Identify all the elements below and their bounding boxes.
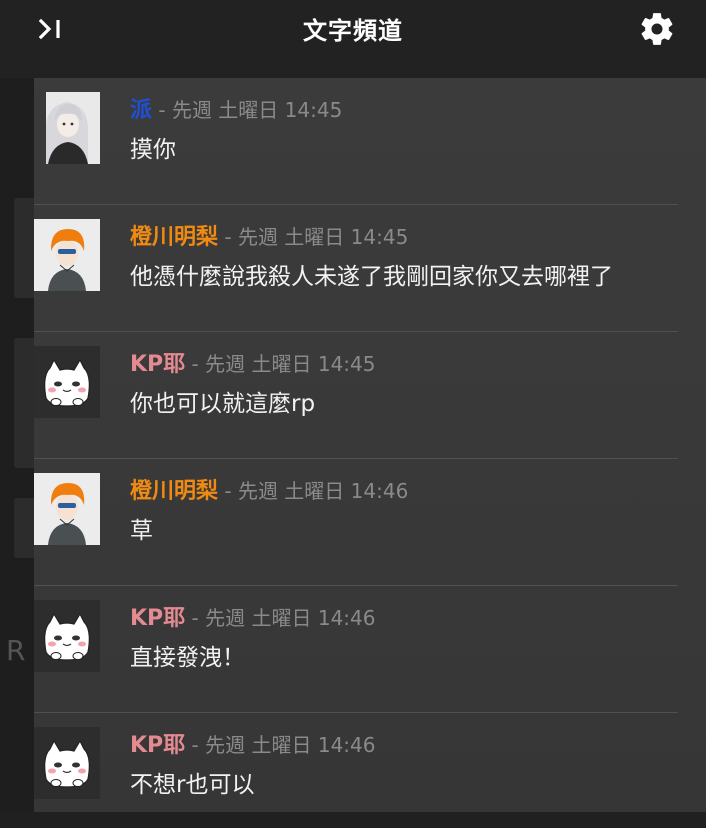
separator: - (218, 225, 238, 249)
timestamp: 先週 土曜日 14:45 (237, 225, 409, 249)
white-haired-character-avatar (34, 92, 100, 164)
orange-haired-character-avatar (34, 219, 100, 291)
orange-haired-character-avatar (34, 473, 100, 545)
background-ghost (14, 498, 34, 558)
timestamp: 先週 土曜日 14:45 (205, 352, 376, 376)
background-strip (0, 78, 34, 828)
separator: - (152, 98, 172, 122)
timestamp: 先週 土曜日 14:46 (237, 479, 409, 503)
settings-button[interactable] (638, 10, 676, 48)
message-meta: KP耶 - 先週 土曜日 14:45 (130, 346, 375, 378)
message-text: 你也可以就這麼rp (130, 391, 316, 417)
message-meta: 橙川明梨 - 先週 土曜日 14:45 (130, 219, 408, 251)
avatar[interactable] (34, 219, 100, 291)
message-item: KP耶 - 先週 土曜日 14:45 你也可以就這麼rp (34, 332, 678, 459)
author-name[interactable]: KP耶 (130, 352, 185, 377)
text-channel-app: R 文字頻道 派 - 先週 土曜日 14:45 摸你 橙川明梨 - 先週 土曜日… (0, 0, 706, 828)
author-name[interactable]: KP耶 (130, 733, 185, 758)
avatar[interactable] (34, 346, 100, 418)
message-text: 摸你 (130, 137, 176, 163)
avatar[interactable] (34, 92, 100, 164)
channel-header: 文字頻道 (0, 0, 706, 78)
author-name[interactable]: 派 (130, 98, 152, 123)
message-item: 派 - 先週 土曜日 14:45 摸你 (34, 78, 678, 205)
message-meta: 派 - 先週 土曜日 14:45 (130, 92, 342, 124)
message-item: 橙川明梨 - 先週 土曜日 14:45 他憑什麼說我殺人未遂了我剛回家你又去哪裡… (34, 205, 678, 332)
separator: - (218, 479, 238, 503)
timestamp: 先週 土曜日 14:46 (205, 733, 376, 757)
gear-icon (641, 13, 673, 45)
message-text: 直接發洩！ (130, 645, 245, 671)
message-text: 他憑什麼說我殺人未遂了我剛回家你又去哪裡了 (130, 264, 613, 290)
collapse-panel-button[interactable] (36, 14, 66, 44)
message-text: 不想r也可以 (130, 772, 255, 798)
background-ghost (14, 338, 34, 468)
author-name[interactable]: KP耶 (130, 606, 185, 631)
message-list[interactable]: 派 - 先週 土曜日 14:45 摸你 橙川明梨 - 先週 土曜日 14:45 (34, 78, 706, 828)
avatar[interactable] (34, 727, 100, 799)
timestamp: 先週 土曜日 14:45 (171, 98, 343, 122)
white-cat-avatar (34, 727, 100, 799)
channel-title: 文字頻道 (303, 16, 403, 45)
bottom-bar (0, 812, 706, 828)
message-meta: KP耶 - 先週 土曜日 14:46 (130, 727, 375, 759)
message-text: 草 (130, 518, 153, 544)
background-ghost (14, 198, 34, 298)
white-cat-avatar (34, 346, 100, 418)
separator: - (185, 606, 206, 630)
message-meta: KP耶 - 先週 土曜日 14:46 (130, 600, 375, 632)
message-meta: 橙川明梨 - 先週 土曜日 14:46 (130, 473, 408, 505)
white-cat-avatar (34, 600, 100, 672)
message-item: KP耶 - 先週 土曜日 14:46 不想r也可以 (34, 713, 678, 828)
separator: - (185, 352, 206, 376)
collapse-panel-icon (38, 18, 60, 40)
author-name[interactable]: 橙川明梨 (130, 225, 218, 250)
separator: - (185, 733, 206, 757)
timestamp: 先週 土曜日 14:46 (205, 606, 376, 630)
message-item: KP耶 - 先週 土曜日 14:46 直接發洩！ (34, 586, 678, 713)
avatar[interactable] (34, 600, 100, 672)
background-letter: R (6, 634, 26, 667)
avatar[interactable] (34, 473, 100, 545)
author-name[interactable]: 橙川明梨 (130, 479, 218, 504)
message-item: 橙川明梨 - 先週 土曜日 14:46 草 (34, 459, 678, 586)
